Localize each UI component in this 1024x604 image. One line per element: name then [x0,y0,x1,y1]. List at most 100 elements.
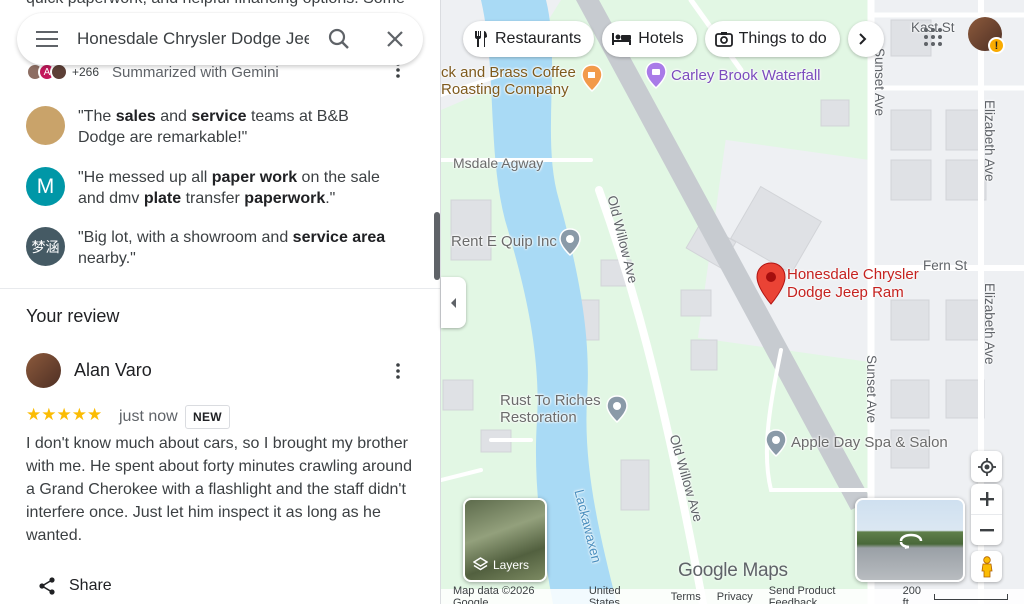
avatar: M [26,167,65,206]
section-divider [0,288,440,289]
reviewer-count: +266 [72,65,100,79]
privacy-link[interactable]: Privacy [717,591,753,603]
spa-pin-icon[interactable] [764,429,788,457]
scale-label: 200 ft [902,584,921,604]
bed-icon [612,33,632,45]
google-maps-logo: Google Maps [678,560,788,581]
review-author[interactable]: Alan Varo [74,360,152,381]
street-label-sunset-ave: Sunset Ave [872,48,887,117]
review-time: just now [119,408,178,425]
category-chips: Restaurants Hotels Things to do [463,21,892,57]
share-label: Share [69,577,112,594]
fork-knife-icon [475,31,487,47]
quote-fragment: ." [325,190,336,207]
country-link[interactable]: United States [589,585,655,604]
search-icon [328,28,349,49]
hamburger-icon [36,31,58,47]
street-label-elizabeth-ave: Elizabeth Ave [982,100,997,182]
apps-grid-icon [924,28,942,46]
gemini-summary-label: Summarized with Gemini [112,63,279,81]
chips-next-button[interactable] [847,21,884,57]
street-label-elizabeth-ave: Elizabeth Ave [982,283,997,365]
chevron-right-icon [858,33,867,45]
zoom-controls [971,484,1002,545]
quote-highlight: plate [143,190,182,207]
terms-link[interactable]: Terms [671,591,701,603]
map-label-dealer[interactable]: Honesdale Chrysler Dodge Jeep Ram [787,266,919,302]
chevron-left-icon [450,297,456,308]
quote-highlight: service area [292,229,386,246]
star-rating: ★★★★★ [26,405,103,424]
rotate-360-icon [899,533,923,549]
review-quote[interactable]: "The sales and service teams at B&B Dodg… [26,106,398,148]
panel-scrollbar[interactable] [434,212,440,280]
camera-icon [714,32,733,47]
layers-icon [473,557,488,571]
zoom-in-button[interactable] [971,485,1002,515]
layers-label: Layers [493,557,530,572]
chip-restaurants[interactable]: Restaurants [463,21,595,57]
map-label-waterfall[interactable]: Carley Brook Waterfall [671,67,821,84]
quote-fragment: "He messed up all [78,169,212,186]
your-review-heading: Your review [26,306,120,326]
map-label-rent-e-quip[interactable]: Rent E Quip Inc [451,233,557,250]
map-data-attribution: Map data ©2026 Google [453,584,535,604]
waterfall-pin-icon[interactable] [644,61,668,89]
feedback-link[interactable]: Send Product Feedback [769,585,887,604]
map-label-coffee[interactable]: ck and Brass Coffee Roasting Company [441,64,576,98]
avatar[interactable] [26,353,61,388]
plus-icon [979,492,994,506]
quote-fragment: transfer [181,190,245,207]
quote-highlight: service [191,108,247,125]
review-quote[interactable]: M "He messed up all paper work on the sa… [26,167,398,209]
pegman-icon [981,555,992,577]
shop-pin-icon[interactable] [605,395,629,423]
quote-highlight: sales [115,108,156,125]
coffee-pin-icon[interactable] [581,64,603,92]
street-label-sunset-ave: Sunset Ave [864,355,879,424]
more-vert-icon [396,363,400,379]
review-more-button[interactable] [390,362,406,385]
search-box [17,13,423,65]
quote-fragment: nearby." [78,250,136,267]
search-input[interactable] [77,29,309,49]
zoom-out-button[interactable] [971,515,1002,545]
map-label-rust-to-riches[interactable]: Rust To Riches Restoration [500,392,601,426]
reviewer-avatar [50,63,68,81]
minus-icon [979,528,994,531]
place-panel: quick paperwork, and helpful financing o… [0,0,441,604]
chip-label: Things to do [738,30,827,47]
share-button[interactable]: Share [38,576,112,596]
selected-place-pin-icon[interactable] [755,262,787,306]
quote-text: "The sales and service teams at B&B Dodg… [78,106,398,148]
quote-text: "He messed up all paper work on the sale… [78,167,398,209]
map-label-agway[interactable]: Msdale Agway [453,155,543,172]
quote-highlight: paperwork [244,190,326,207]
pegman-button[interactable] [971,551,1002,582]
scale-bar[interactable]: 200 ft [903,585,1008,604]
search-button[interactable] [327,27,351,56]
shop-pin-icon[interactable] [558,228,582,256]
chip-hotels[interactable]: Hotels [602,21,697,57]
avatar [26,106,65,145]
review-snippet-overflow: quick paperwork, and helpful financing o… [26,0,405,8]
review-quote[interactable]: 梦涵 "Big lot, with a showroom and service… [26,227,398,269]
my-location-icon [977,457,996,476]
menu-button[interactable] [17,31,77,47]
account-alert-icon: ! [988,37,1005,54]
close-icon [387,31,403,47]
quote-highlight: paper work [211,169,298,186]
street-label-fern-st: Fern St [923,258,968,273]
quote-fragment: and [155,108,192,125]
collapse-panel-button[interactable] [441,277,466,328]
scale-bar-line [934,593,1008,600]
quote-text: "Big lot, with a showroom and service ar… [78,227,398,269]
chip-things-to-do[interactable]: Things to do [704,21,840,57]
quote-fragment: "Big lot, with a showroom and [78,229,293,246]
map-label-apple-day-spa[interactable]: Apple Day Spa & Salon [791,434,948,451]
layers-button[interactable]: Layers [463,498,547,582]
google-apps-button[interactable] [923,27,943,52]
street-view-thumbnail[interactable] [855,498,965,582]
clear-search-button[interactable] [383,27,407,56]
my-location-button[interactable] [971,451,1002,482]
